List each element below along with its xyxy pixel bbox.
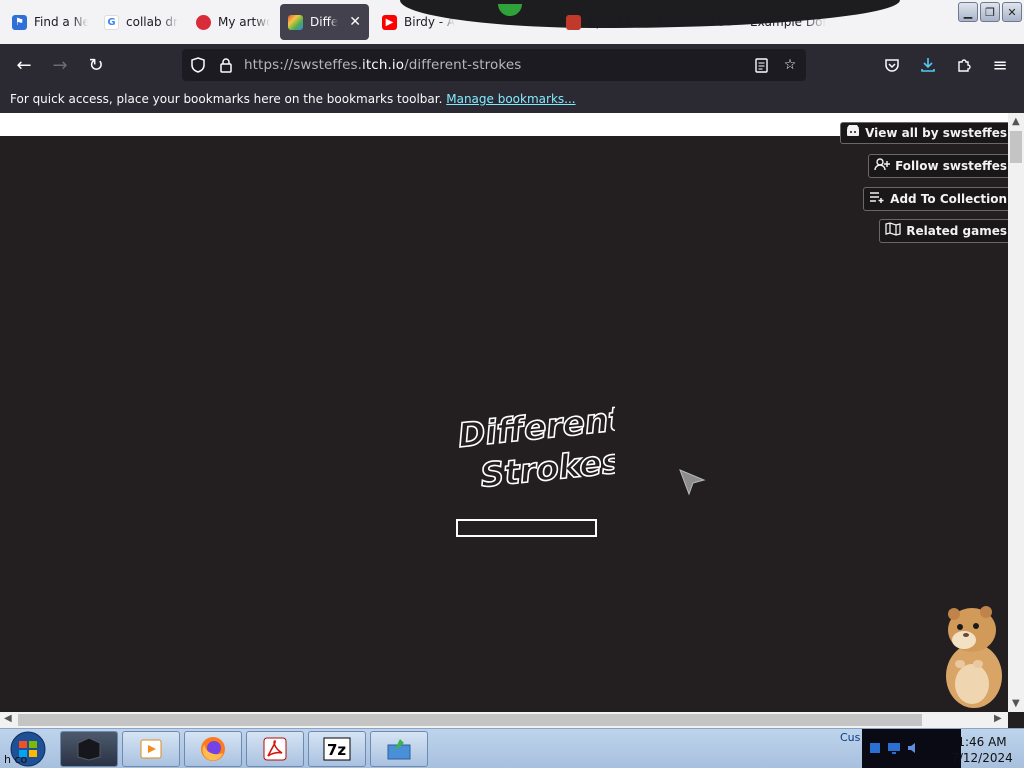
tab-example-don[interactable]: Example Don bbox=[742, 4, 834, 40]
taskbar-media-player[interactable] bbox=[122, 731, 180, 767]
firefox-icon bbox=[201, 737, 225, 761]
url-text[interactable]: https://swsteffes.itch.io/different-stro… bbox=[244, 57, 521, 73]
monitor-icon[interactable] bbox=[887, 740, 901, 759]
tab-label: Find a Ne bbox=[34, 15, 88, 29]
bookmarks-toolbar: For quick access, place your bookmarks h… bbox=[0, 86, 1024, 113]
tab-label: Differe bbox=[310, 15, 339, 29]
scroll-up-arrow-icon[interactable]: ▲ bbox=[1012, 116, 1020, 127]
vertical-scrollbar[interactable] bbox=[1008, 113, 1024, 712]
follow-button[interactable]: Follow swsteffes bbox=[868, 154, 1013, 178]
extensions-icon[interactable] bbox=[950, 52, 978, 78]
playlist-add-icon bbox=[869, 191, 885, 207]
lock-icon[interactable] bbox=[215, 54, 237, 76]
7zip-icon: 7z bbox=[323, 737, 351, 761]
url-bar[interactable]: https://swsteffes.itch.io/different-stro… bbox=[182, 49, 806, 81]
bookmark-star-icon[interactable]: ☆ bbox=[779, 54, 801, 76]
app-icon bbox=[387, 739, 411, 760]
tray-overlay-text: Cus bbox=[840, 731, 861, 744]
arrow-left-icon: ← bbox=[16, 54, 32, 76]
taskbar-acrobat[interactable] bbox=[246, 731, 304, 767]
itch-store-icon bbox=[846, 125, 860, 141]
related-games-button[interactable]: Related games bbox=[879, 219, 1013, 243]
google-icon: G bbox=[104, 14, 119, 30]
clock[interactable]: 1:46 AM 7/12/2024 bbox=[940, 734, 1024, 766]
url-path: /different-strokes bbox=[404, 57, 522, 73]
tab-my-artwo[interactable]: My artwo bbox=[188, 4, 278, 40]
tab-collabvm[interactable]: CollabVM Se bbox=[650, 4, 742, 40]
map-icon bbox=[885, 222, 901, 240]
minimize-button[interactable]: ▁ bbox=[958, 2, 978, 22]
url-domain: itch.io bbox=[362, 57, 405, 73]
window-controls: ▁ ❐ ✕ bbox=[958, 2, 1022, 22]
media-player-icon bbox=[140, 739, 162, 759]
tab-different-strokes[interactable]: Differe ✕ bbox=[280, 4, 369, 40]
mouse-cursor-icon bbox=[679, 469, 706, 496]
scroll-down-arrow-icon[interactable]: ▼ bbox=[1012, 698, 1020, 709]
tab-collab-dr[interactable]: G collab dr bbox=[96, 4, 188, 40]
restore-button[interactable]: ❐ bbox=[980, 2, 1000, 22]
add-to-collection-button[interactable]: Add To Collection bbox=[863, 187, 1013, 211]
shield-icon[interactable] bbox=[187, 54, 209, 76]
taskbar-firefox[interactable] bbox=[184, 731, 242, 767]
add-to-collection-label: Add To Collection bbox=[890, 192, 1007, 206]
game-logo: Different Strokes bbox=[455, 398, 615, 490]
scroll-right-arrow-icon[interactable]: ▶ bbox=[994, 713, 1002, 724]
acrobat-icon bbox=[263, 737, 287, 761]
flag-icon: ⚑ bbox=[12, 14, 27, 30]
related-games-label: Related games bbox=[906, 224, 1007, 238]
tab-label: collab dr bbox=[126, 15, 178, 29]
navigation-bar: ← → ↻ https://swsteffes.itch.io/differen… bbox=[0, 44, 1024, 86]
horizontal-scroll-thumb[interactable] bbox=[18, 714, 922, 726]
tab-label: Speaking bbox=[588, 15, 640, 29]
view-all-button[interactable]: View all by swsteffes bbox=[840, 122, 1013, 144]
back-button[interactable]: ← bbox=[10, 52, 38, 78]
explorer-icon bbox=[77, 737, 101, 761]
itch-icon bbox=[288, 14, 303, 30]
apple-icon bbox=[196, 14, 211, 30]
frog-icon bbox=[498, 4, 522, 16]
system-tray: Cus 1:46 AM 7/12/2024 bbox=[840, 729, 1024, 768]
tab-label: CollabVM Se bbox=[658, 15, 733, 29]
tab-label: My artwo bbox=[218, 15, 270, 29]
clock-time: 1:46 AM bbox=[957, 735, 1007, 749]
manage-bookmarks-link[interactable]: Manage bookmarks... bbox=[446, 92, 575, 106]
hamster-image bbox=[946, 606, 1002, 708]
bookmarks-hint: For quick access, place your bookmarks h… bbox=[10, 92, 443, 106]
taskbar-explorer[interactable] bbox=[60, 731, 118, 767]
arrow-right-icon: → bbox=[52, 54, 68, 76]
view-all-label: View all by swsteffes bbox=[865, 126, 1007, 140]
tab-find-a-ne[interactable]: ⚑ Find a Ne bbox=[4, 4, 96, 40]
vertical-scroll-thumb[interactable] bbox=[1010, 131, 1022, 163]
menu-icon[interactable]: ≡ bbox=[986, 52, 1014, 78]
reload-icon: ↻ bbox=[88, 54, 104, 76]
speaking-icon bbox=[566, 14, 581, 30]
taskbar: h co 7z Cus 1:46 AM 7/12/2024 bbox=[0, 728, 1024, 768]
loading-progress-bar bbox=[456, 519, 597, 537]
svg-text:7z: 7z bbox=[327, 741, 346, 759]
close-window-button[interactable]: ✕ bbox=[1002, 2, 1022, 22]
volume-icon[interactable] bbox=[906, 740, 920, 759]
tab-speaking[interactable]: Speaking bbox=[558, 4, 648, 40]
url-prefix: https://swsteffes. bbox=[244, 57, 363, 73]
scroll-left-arrow-icon[interactable]: ◀ bbox=[4, 713, 12, 724]
tab-strip: ⚑ Find a Ne G collab dr My artwo Differe… bbox=[0, 0, 1024, 44]
add-user-icon bbox=[874, 157, 891, 175]
reload-button[interactable]: ↻ bbox=[82, 52, 110, 78]
tab-label: Example Don bbox=[750, 15, 826, 29]
network-icon[interactable] bbox=[868, 740, 882, 759]
youtube-icon: ▶ bbox=[382, 14, 397, 30]
tab-label: Birdy - A bbox=[404, 15, 456, 29]
taskbar-7zip[interactable]: 7z bbox=[308, 731, 366, 767]
tab-close-icon[interactable]: ✕ bbox=[349, 14, 361, 30]
reader-view-icon[interactable] bbox=[750, 54, 772, 76]
start-overlay-text: h co bbox=[4, 753, 28, 766]
pocket-icon[interactable] bbox=[878, 52, 906, 78]
downloads-icon[interactable] bbox=[914, 52, 942, 78]
follow-label: Follow swsteffes bbox=[895, 159, 1007, 173]
clock-date: 7/12/2024 bbox=[951, 751, 1013, 765]
forward-button[interactable]: → bbox=[46, 52, 74, 78]
taskbar-app[interactable] bbox=[370, 731, 428, 767]
tab-birdy[interactable]: ▶ Birdy - A bbox=[374, 4, 464, 40]
